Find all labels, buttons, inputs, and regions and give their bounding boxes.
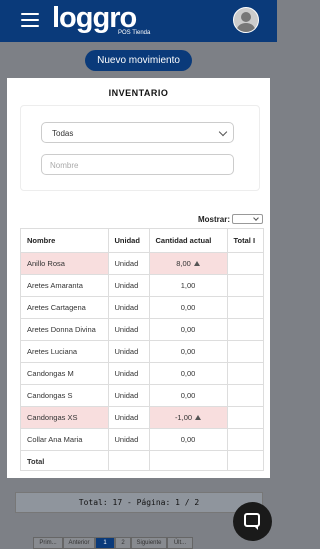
cell-total xyxy=(227,362,263,385)
cell-total xyxy=(227,252,263,275)
inventory-modal: INVENTARIO Todas Nombre Mostrar: Nombre … xyxy=(7,78,270,478)
cell-name: Anillo Rosa xyxy=(21,252,109,275)
cell-quantity: 8,00 xyxy=(149,252,228,275)
cell-unit: Unidad xyxy=(108,318,150,341)
name-search-placeholder: Nombre xyxy=(50,161,79,170)
cell-unit: Unidad xyxy=(108,252,150,275)
cell-total xyxy=(227,428,263,451)
triangle-up-icon xyxy=(195,415,202,420)
chevron-down-icon xyxy=(253,215,259,221)
cell-name: Aretes Cartagena xyxy=(21,296,109,319)
page-size-select[interactable] xyxy=(232,214,263,224)
quantity-value: 0,00 xyxy=(180,303,196,312)
cell-name: Collar Ana Maria xyxy=(21,428,109,451)
cell-name: Candongas M xyxy=(21,362,109,385)
top-header: loggro POS Tienda xyxy=(0,0,277,42)
quantity-value: 1,00 xyxy=(180,281,196,290)
cell-quantity: -1,00 xyxy=(149,406,228,429)
cell-total xyxy=(227,296,263,319)
table-row[interactable]: Candongas M Unidad 0,00 xyxy=(21,362,263,385)
logo-subtitle: POS Tienda xyxy=(118,30,151,36)
cell-quantity: 0,00 xyxy=(149,384,228,407)
cell-quantity: 0,00 xyxy=(149,362,228,385)
name-search-input[interactable]: Nombre xyxy=(41,154,234,175)
chevron-down-icon xyxy=(218,127,228,137)
cell-name: Candongas S xyxy=(21,384,109,407)
pagination-status: Total: 17 - Página: 1 / 2 xyxy=(15,492,263,513)
category-select[interactable]: Todas xyxy=(41,122,234,143)
table-row[interactable]: Collar Ana Maria Unidad 0,00 xyxy=(21,428,263,451)
cell-unit: Unidad xyxy=(108,296,150,319)
pager-item[interactable]: 1 xyxy=(95,537,115,549)
cell-total xyxy=(227,340,263,363)
quantity-value: 0,00 xyxy=(180,347,196,356)
hamburger-icon[interactable] xyxy=(21,13,39,27)
pager-item[interactable]: 2 xyxy=(115,537,131,549)
cell-quantity: 0,00 xyxy=(149,340,228,363)
cell-unit: Unidad xyxy=(108,362,150,385)
triangle-up-icon xyxy=(193,261,200,266)
column-header-unit[interactable]: Unidad xyxy=(108,229,150,253)
table-row[interactable]: Anillo Rosa Unidad 8,00 xyxy=(21,252,263,275)
filter-panel xyxy=(20,105,260,191)
cell-name: Aretes Amaranta xyxy=(21,274,109,297)
pager-item[interactable]: Siguiente xyxy=(131,537,167,549)
cell-unit: Unidad xyxy=(108,274,150,297)
total-label: Total xyxy=(21,450,109,470)
quantity-value: 0,00 xyxy=(180,369,196,378)
cell-unit: Unidad xyxy=(108,406,150,429)
inventory-table: Nombre Unidad Cantidad actual Total I An… xyxy=(21,229,263,470)
quantity-value: 8,00 xyxy=(176,259,191,268)
table-total-row: Total xyxy=(21,450,263,470)
table-row[interactable]: Aretes Cartagena Unidad 0,00 xyxy=(21,296,263,319)
cell-quantity: 0,00 xyxy=(149,296,228,319)
pager-item[interactable]: Últ... xyxy=(167,537,193,549)
table-row[interactable]: Aretes Amaranta Unidad 1,00 xyxy=(21,274,263,297)
quantity-value: 0,00 xyxy=(180,391,196,400)
column-header-total[interactable]: Total I xyxy=(227,229,263,253)
pager-item[interactable]: Anterior xyxy=(63,537,95,549)
cell-total xyxy=(227,318,263,341)
column-header-name[interactable]: Nombre xyxy=(21,229,109,253)
cell-total xyxy=(227,406,263,429)
table-row[interactable]: Aretes Donna Divina Unidad 0,00 xyxy=(21,318,263,341)
chat-icon[interactable] xyxy=(233,502,272,541)
cell-name: Aretes Donna Divina xyxy=(21,318,109,341)
logo-word: loggro xyxy=(52,2,137,34)
app-logo: loggro POS Tienda xyxy=(52,2,150,36)
cell-name: Candongas XS xyxy=(21,406,109,429)
category-select-value: Todas xyxy=(52,129,74,138)
table-row[interactable]: Aretes Luciana Unidad 0,00 xyxy=(21,340,263,363)
column-header-quantity[interactable]: Cantidad actual xyxy=(149,229,228,253)
cell-name: Aretes Luciana xyxy=(21,340,109,363)
cell-quantity: 0,00 xyxy=(149,318,228,341)
new-movement-button[interactable]: Nuevo movimiento xyxy=(85,50,192,71)
quantity-value: 0,00 xyxy=(180,325,196,334)
modal-title: INVENTARIO xyxy=(108,88,169,98)
table-header-row: Nombre Unidad Cantidad actual Total I xyxy=(21,229,263,253)
quantity-value: -1,00 xyxy=(174,413,193,422)
inventory-table-container[interactable]: Nombre Unidad Cantidad actual Total I An… xyxy=(20,228,264,471)
cell-total xyxy=(227,384,263,407)
quantity-value: 0,00 xyxy=(180,435,196,444)
show-label: Mostrar: xyxy=(198,215,231,224)
cell-total xyxy=(227,274,263,297)
pager-item[interactable]: Prim... xyxy=(33,537,63,549)
cell-unit: Unidad xyxy=(108,340,150,363)
table-row[interactable]: Candongas S Unidad 0,00 xyxy=(21,384,263,407)
cell-quantity: 0,00 xyxy=(149,428,228,451)
cell-unit: Unidad xyxy=(108,384,150,407)
user-avatar-icon[interactable] xyxy=(233,7,259,33)
cell-quantity: 1,00 xyxy=(149,274,228,297)
cell-unit: Unidad xyxy=(108,428,150,451)
table-row[interactable]: Candongas XS Unidad -1,00 xyxy=(21,406,263,429)
